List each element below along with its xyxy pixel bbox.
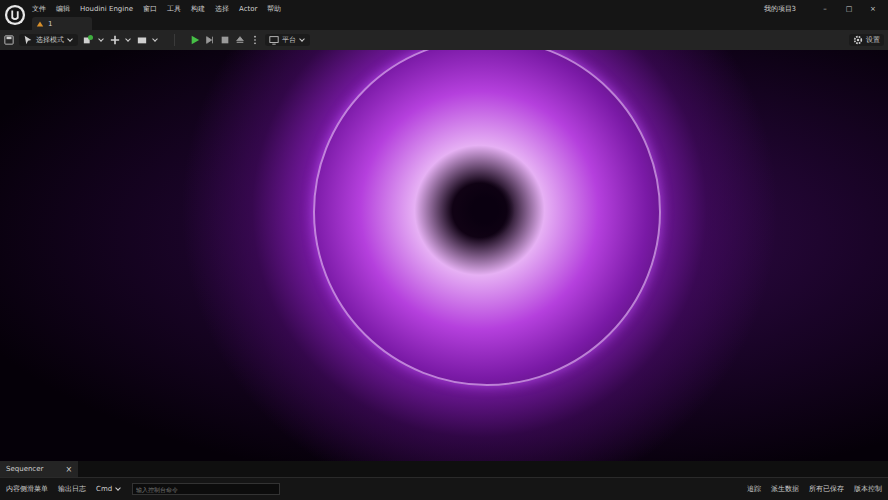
status-button[interactable]: 派生数据 <box>771 484 799 494</box>
unreal-editor: 文件编辑Houdini Engine窗口工具构建选择Actor帮助 我的项目3 … <box>0 0 888 500</box>
more-icon[interactable] <box>250 35 260 45</box>
platform-icon <box>269 35 279 45</box>
vortex-core <box>455 180 515 240</box>
viewport[interactable] <box>0 50 888 461</box>
cmd-dropdown[interactable]: Cmd <box>96 485 122 493</box>
status-button[interactable]: 追踪 <box>747 484 761 494</box>
window-control[interactable]: × <box>866 5 880 13</box>
cinematics-icon[interactable] <box>137 35 147 45</box>
play-icon[interactable] <box>190 35 200 45</box>
menu-item[interactable]: 编辑 <box>56 4 70 14</box>
sequencer-tab[interactable]: Sequencer × <box>0 461 78 477</box>
settings-button[interactable]: 设置 <box>849 34 884 46</box>
menu-item[interactable]: 窗口 <box>143 4 157 14</box>
menu-item[interactable]: 构建 <box>191 4 205 14</box>
title-bar: 文件编辑Houdini Engine窗口工具构建选择Actor帮助 我的项目3 … <box>0 0 888 30</box>
level-icon <box>36 20 44 28</box>
close-button[interactable]: × <box>65 465 72 474</box>
stop-icon[interactable] <box>220 35 230 45</box>
cursor-icon <box>23 35 33 45</box>
menu-item[interactable]: 选择 <box>215 4 229 14</box>
unreal-logo-icon[interactable] <box>4 4 26 26</box>
eject-icon[interactable] <box>235 35 245 45</box>
menu-item[interactable]: 帮助 <box>267 4 281 14</box>
save-icon[interactable] <box>4 35 14 45</box>
window-control[interactable]: □ <box>842 5 856 13</box>
gear-icon <box>853 35 863 45</box>
menu-item[interactable]: Houdini Engine <box>80 5 133 13</box>
blueprint-icon[interactable] <box>110 35 120 45</box>
menu-item[interactable]: Actor <box>239 5 257 13</box>
menu-item[interactable]: 文件 <box>32 4 46 14</box>
bottom-tab-strip: Sequencer × <box>0 461 888 477</box>
toolbar: 选择模式 平台 设置 <box>0 30 888 50</box>
status-button[interactable]: 输出日志 <box>58 484 86 494</box>
mode-dropdown[interactable]: 选择模式 <box>19 34 78 46</box>
skip-icon[interactable] <box>205 35 215 45</box>
status-bar: 内容侧滑菜单输出日志 Cmd 追踪派生数据所有已保存版本控制 <box>0 477 888 500</box>
add-actor-icon[interactable] <box>83 35 93 45</box>
project-title: 我的项目3 <box>764 4 796 14</box>
status-button[interactable]: 版本控制 <box>854 484 882 494</box>
window-control[interactable]: – <box>818 5 832 13</box>
menu-bar: 文件编辑Houdini Engine窗口工具构建选择Actor帮助 我的项目3 … <box>32 0 888 17</box>
platform-dropdown[interactable]: 平台 <box>265 34 310 46</box>
level-tab[interactable]: 1 <box>32 17 92 30</box>
console-input[interactable] <box>132 483 280 495</box>
status-button[interactable]: 内容侧滑菜单 <box>6 484 48 494</box>
status-button[interactable]: 所有已保存 <box>809 484 844 494</box>
menu-item[interactable]: 工具 <box>167 4 181 14</box>
